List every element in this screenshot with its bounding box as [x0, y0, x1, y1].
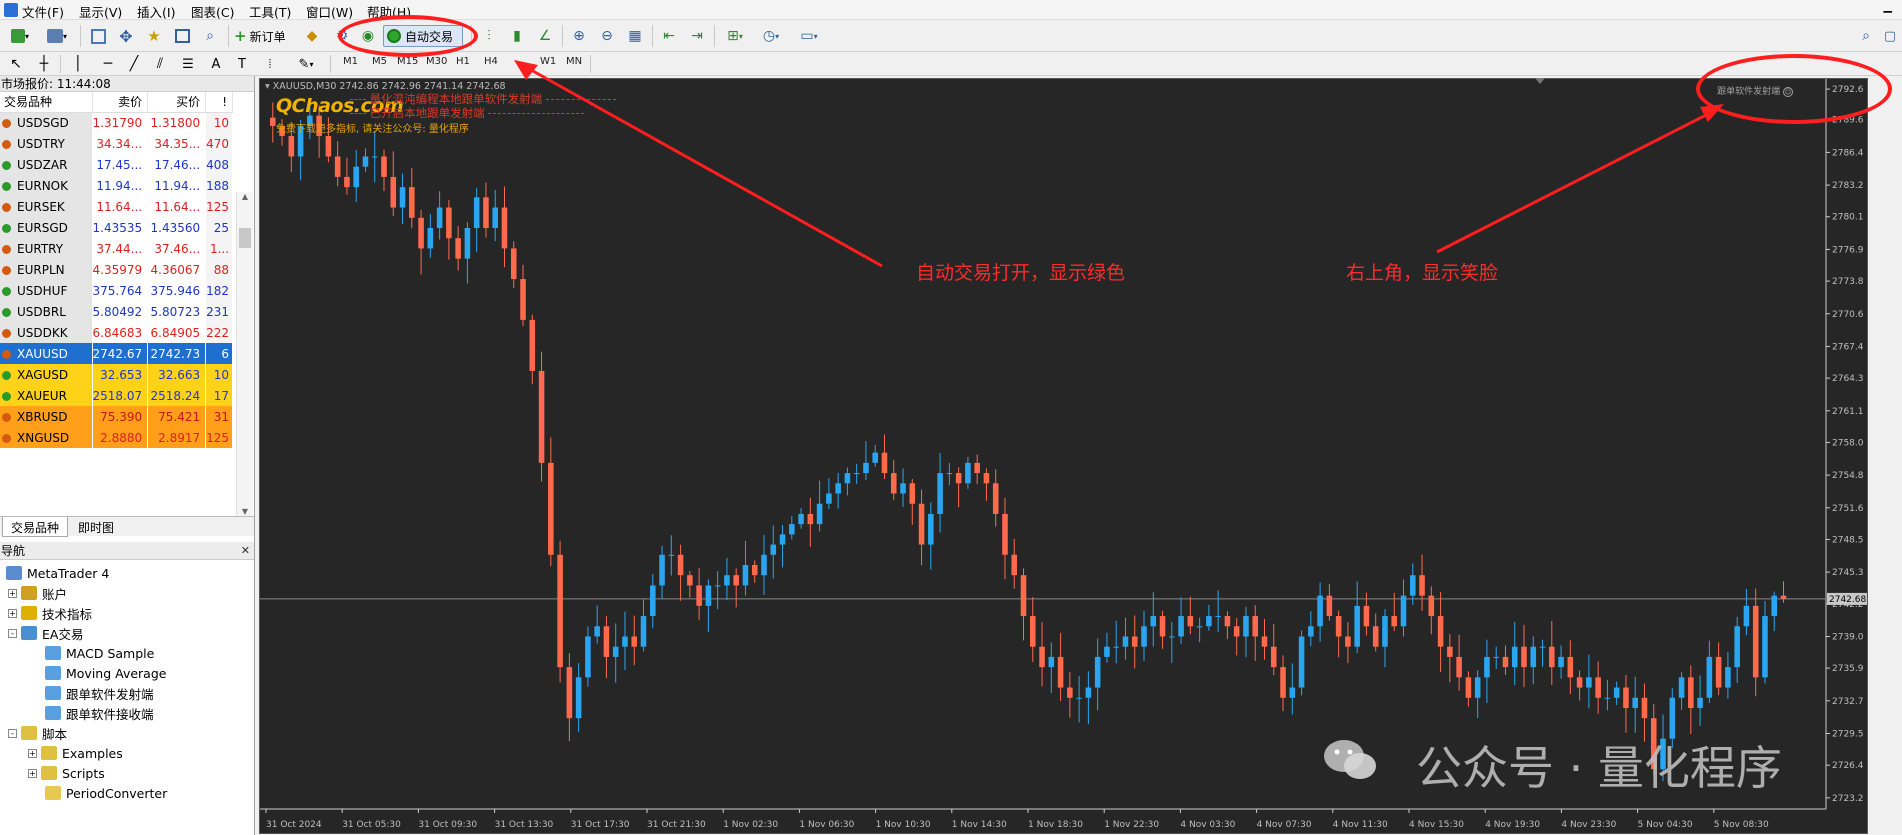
annotation-arrow-left [523, 64, 883, 268]
annotation-arrowhead-left [514, 60, 538, 80]
annotation-left-text: 自动交易打开，显示绿色 [916, 262, 1126, 284]
annotation-overlay [514, 60, 1724, 268]
auto-trading-highlight-ring [338, 15, 478, 57]
annotation-right-text: 右上角，显示笑脸 [1346, 262, 1499, 284]
wechat-logo-icon [1322, 736, 1378, 784]
annotation-arrow-right [1436, 110, 1713, 254]
terminal-window: { "menu": ["文件(F)","显示(V)","插入(I)","图表(C… [0, 0, 1902, 835]
watermark-text: 公众号 · 量化程序 [1416, 741, 1782, 795]
smiley-highlight-ring [1696, 54, 1892, 124]
